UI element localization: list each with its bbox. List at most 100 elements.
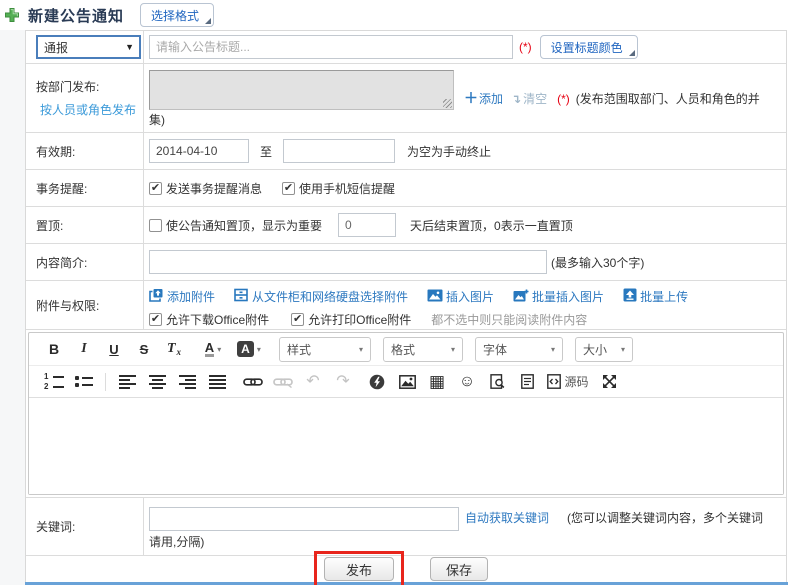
save-button[interactable]: 保存 [430, 557, 488, 581]
title-input[interactable] [149, 35, 513, 59]
remove-format-button[interactable]: Tx [159, 337, 189, 361]
checkbox-checked-icon[interactable]: ✔ [149, 313, 162, 326]
redo-button[interactable]: ↷ [328, 370, 358, 394]
checkbox-checked-icon[interactable]: ✔ [282, 182, 295, 195]
pin-days-input[interactable] [338, 213, 396, 237]
add-plus-icon [4, 7, 20, 23]
bold-button[interactable]: B [39, 337, 69, 361]
publish-by-people-link[interactable]: 按人员或角色发布 [40, 101, 139, 118]
editor-content-area[interactable] [29, 398, 783, 494]
strikethrough-button[interactable]: S [129, 337, 159, 361]
checkbox-checked-icon[interactable]: ✔ [149, 182, 162, 195]
send-reminder-checkbox[interactable]: ✔ 发送事务提醒消息 [149, 180, 262, 197]
publish-button[interactable]: 发布 [324, 557, 394, 581]
allow-download-checkbox[interactable]: ✔ 允许下载Office附件 [149, 311, 289, 328]
select-format-button[interactable]: 选择格式 [140, 3, 214, 27]
summary-input[interactable] [149, 250, 547, 274]
align-justify-button[interactable] [202, 370, 232, 394]
ordered-list-button[interactable]: 12 [39, 370, 69, 394]
reminder-row: 事务提醒: ✔ 发送事务提醒消息 ✔ 使用手机短信提醒 [26, 170, 786, 207]
page-title: 新建公告通知 [28, 5, 124, 26]
to-label: 至 [260, 143, 272, 160]
validity-row: 有效期: 至 为空为手动终止 [26, 133, 786, 170]
align-left-button[interactable] [112, 370, 142, 394]
size-select[interactable]: 大小 ▾ [575, 337, 633, 362]
clear-scope-link[interactable]: ↴清空 [511, 92, 547, 106]
footer-actions: 发布 保存 [26, 556, 786, 582]
title-row: 通报 ▼ (*) 设置标题颜色 [26, 31, 786, 64]
text-color-button[interactable]: A ▾ [195, 337, 231, 361]
maximize-button[interactable] [594, 370, 624, 394]
pin-checkbox[interactable]: 使公告通知置顶，显示为重要 [149, 217, 322, 234]
summary-note: (最多输入30个字) [551, 254, 644, 271]
align-center-button[interactable] [142, 370, 172, 394]
insert-flash-button[interactable] [362, 370, 392, 394]
source-code-button[interactable]: 源码 [542, 370, 594, 394]
batch-upload-link[interactable]: 批量上传 [623, 288, 688, 305]
required-mark: (*) [557, 92, 570, 106]
keywords-input[interactable] [149, 507, 459, 531]
required-mark: (*) [519, 40, 532, 54]
insert-table-button[interactable]: ▦ [422, 370, 452, 394]
resize-grip-icon[interactable] [443, 99, 452, 108]
remove-link-button[interactable] [268, 370, 298, 394]
sms-reminder-checkbox[interactable]: ✔ 使用手机短信提醒 [282, 180, 395, 197]
preview-button[interactable] [482, 370, 512, 394]
summary-row: 内容简介: (最多输入30个字) [26, 244, 786, 281]
add-attachment-link[interactable]: 添加附件 [149, 288, 215, 305]
add-file-icon [149, 288, 164, 305]
allow-print-checkbox[interactable]: ✔ 允许打印Office附件 [291, 311, 431, 328]
batch-upload-icon [623, 288, 637, 305]
reminder-label: 事务提醒: [36, 180, 143, 197]
validity-start-input[interactable] [149, 139, 249, 163]
keywords-row: 关键词: 自动获取关键词(您可以调整关键词内容，多个关键词请用,分隔) [26, 498, 786, 556]
background-color-button[interactable]: A ▾ [231, 337, 267, 361]
summary-label: 内容简介: [36, 254, 143, 271]
clear-arrow-icon: ↴ [511, 92, 521, 106]
insert-image-icon [427, 289, 443, 305]
select-format-label: 选择格式 [151, 7, 199, 24]
corner-triangle-icon [205, 18, 211, 24]
plus-icon: ＋ [464, 90, 478, 106]
chevron-down-icon: ▾ [359, 345, 363, 354]
undo-button[interactable]: ↶ [298, 370, 328, 394]
insert-emoji-button[interactable]: ☺ [452, 370, 482, 394]
format-select[interactable]: 格式 ▾ [383, 337, 463, 362]
publish-by-dept-label: 按部门发布: [36, 78, 143, 95]
validity-end-input[interactable] [283, 139, 395, 163]
corner-triangle-icon [629, 50, 635, 56]
editor-toolbar-1: B I U S Tx A ▾ A ▾ 样式 ▾ [29, 333, 783, 366]
left-gutter [0, 30, 25, 585]
pin-label: 置顶: [36, 217, 143, 234]
chevron-down-icon: ▾ [217, 345, 221, 354]
auto-keywords-link[interactable]: 自动获取关键词 [465, 511, 549, 525]
attachments-row: 附件与权限: 添加附件 从文件柜和网络硬盘选择附件 插入图片 [26, 281, 786, 330]
insert-image-button[interactable] [392, 370, 422, 394]
add-scope-link[interactable]: ＋添加 [464, 92, 503, 106]
type-select[interactable]: 通报 ▼ [36, 35, 141, 59]
editor-row: B I U S Tx A ▾ A ▾ 样式 ▾ [26, 330, 786, 498]
chevron-down-icon: ▾ [451, 345, 455, 354]
checkbox-checked-icon[interactable]: ✔ [291, 313, 304, 326]
new-announcement-page: 新建公告通知 选择格式 通报 ▼ (*) 设置标题颜色 [0, 0, 788, 585]
align-right-button[interactable] [172, 370, 202, 394]
templates-icon[interactable] [512, 370, 542, 394]
editor-toolbar-2: 12 ↶ ↷ [29, 366, 783, 398]
select-from-cabinet-link[interactable]: 从文件柜和网络硬盘选择附件 [234, 288, 408, 305]
insert-link-button[interactable] [238, 370, 268, 394]
style-select[interactable]: 样式 ▾ [279, 337, 371, 362]
batch-insert-image-icon [513, 289, 529, 305]
underline-button[interactable]: U [99, 337, 129, 361]
chevron-down-icon: ▾ [257, 345, 261, 354]
attachments-note: 都不选中则只能阅读附件内容 [431, 311, 587, 328]
italic-button[interactable]: I [69, 337, 99, 361]
file-cabinet-icon [234, 288, 249, 305]
title-color-button[interactable]: 设置标题颜色 [540, 35, 638, 59]
bullet-list-button[interactable] [69, 370, 99, 394]
font-select[interactable]: 字体 ▾ [475, 337, 563, 362]
insert-image-link[interactable]: 插入图片 [427, 288, 494, 305]
publish-scope-textarea[interactable] [149, 70, 454, 110]
checkbox-unchecked-icon[interactable] [149, 219, 162, 232]
source-code-label: 源码 [564, 373, 588, 390]
batch-insert-image-link[interactable]: 批量插入图片 [513, 288, 604, 305]
